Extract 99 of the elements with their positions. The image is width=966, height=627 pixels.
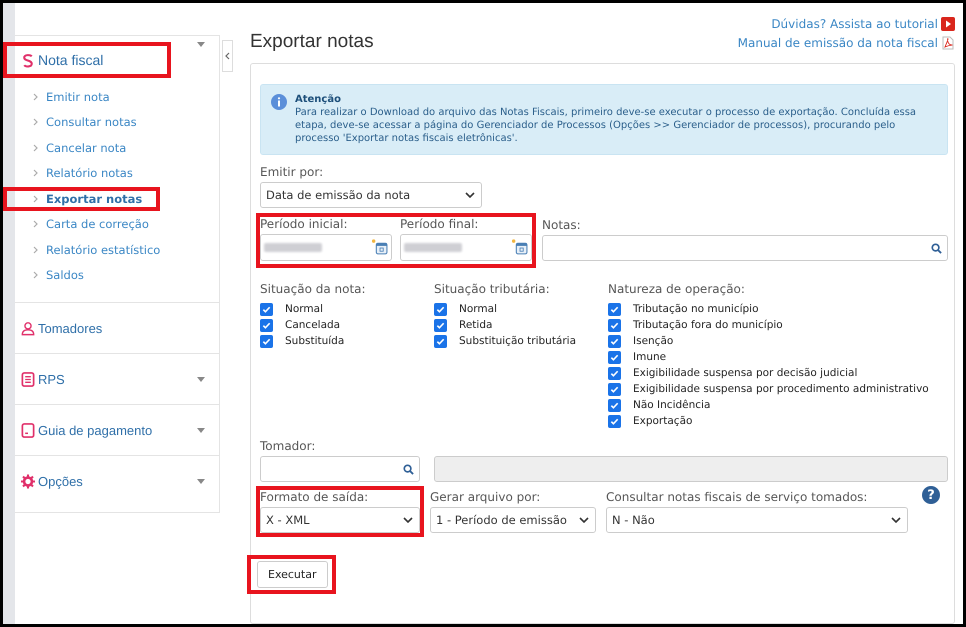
- checkbox-label: Substituída: [285, 335, 344, 347]
- chevron-down-icon: [891, 517, 901, 523]
- date-input[interactable]: [260, 234, 392, 261]
- select-field[interactable]: Data de emissão da nota: [260, 182, 482, 208]
- sidebar-item[interactable]: Cancelar nota: [19, 140, 140, 156]
- chevron-right-icon: [33, 169, 38, 178]
- checkbox-label: Imune: [633, 351, 666, 363]
- collapse-sidebar-button[interactable]: [222, 40, 233, 72]
- field-label: Consultar notas fiscais de serviço tomados:: [606, 490, 868, 504]
- checkbox-label: Exigibilidade suspensa por decisão judicial: [633, 367, 858, 379]
- field-label: Período final:: [400, 217, 480, 231]
- sidebar-section-link[interactable]: Tomadores: [19, 314, 116, 342]
- caret-icon[interactable]: [197, 42, 205, 47]
- chevron-right-icon: [33, 220, 38, 228]
- group-label: Situação da nota:: [260, 282, 367, 296]
- chevron-right-icon: [33, 271, 38, 280]
- checkbox[interactable]: [608, 302, 621, 316]
- sidebar-item[interactable]: Exportar notas: [19, 190, 156, 207]
- select-field[interactable]: X - XML: [260, 507, 420, 533]
- play-icon: [941, 17, 955, 31]
- chevron-down-icon: [465, 192, 475, 198]
- checkbox[interactable]: [260, 318, 273, 332]
- chevron-left-icon: [225, 52, 230, 60]
- chevron-right-icon: [33, 194, 38, 203]
- checkbox[interactable]: [434, 318, 447, 332]
- checkbox[interactable]: [608, 414, 621, 428]
- chevron-right-icon: [33, 246, 38, 254]
- tomador-search-field[interactable]: [260, 456, 420, 482]
- sidebar-section-link[interactable]: Opções: [19, 468, 97, 494]
- sidebar-item[interactable]: Consultar notas: [19, 114, 151, 130]
- help-button[interactable]: ?: [922, 486, 940, 504]
- user-icon: [21, 320, 35, 336]
- sidebar-section-link[interactable]: RPS: [19, 366, 79, 392]
- notice-text: Para realizar o Download do arquivo das Notas Fiscais, primeiro deve-se executar o processo de exportação. Concluída essa etapa, deve-se acessar a página do Gerenciador de Processos (Opções >> Gerenciador de processos), procurando pelo processo 'Exportar notas fiscais eletrônicas'.: [295, 106, 918, 145]
- checkbox-label: Tributação no município: [633, 303, 759, 315]
- checkbox[interactable]: [260, 302, 273, 316]
- settings-icon: [21, 474, 35, 488]
- sidebar-section-link[interactable]: Guia de pagamento: [19, 416, 166, 444]
- checkbox[interactable]: [434, 334, 447, 348]
- field-label: Período inicial:: [260, 217, 349, 231]
- blurred-value: [404, 243, 462, 252]
- sidebar-item[interactable]: Carta de correção: [19, 216, 163, 232]
- checkbox-label: Retida: [459, 319, 492, 331]
- help-link[interactable]: Dúvidas? Assista ao tutorial: [771, 17, 938, 31]
- document-icon: [21, 372, 35, 386]
- pdf-icon: [941, 36, 955, 50]
- checkbox[interactable]: [608, 366, 621, 380]
- select-field[interactable]: 1 - Período de emissão: [430, 507, 596, 533]
- checkbox-label: Tributação fora do município: [633, 319, 783, 331]
- checkbox[interactable]: [434, 302, 447, 316]
- chevron-right-icon: [33, 118, 38, 126]
- select-field[interactable]: N - Não: [606, 507, 908, 533]
- sidebar-item[interactable]: Relatório estatístico: [19, 242, 174, 258]
- checkbox-label: Exigibilidade suspensa por procedimento administrativo: [633, 383, 929, 395]
- checkbox-label: Cancelada: [285, 319, 340, 331]
- checkbox[interactable]: [608, 334, 621, 348]
- chevron-down-icon: [579, 517, 589, 523]
- notes-search-field[interactable]: [542, 235, 948, 261]
- sidebar-section-link[interactable]: Nota fiscal: [19, 46, 168, 74]
- checkbox[interactable]: [608, 382, 621, 396]
- calendar-icon[interactable]: [511, 239, 528, 256]
- group-label: Situação tributária:: [434, 282, 551, 296]
- search-icon[interactable]: [403, 464, 414, 474]
- chevron-down-icon: [403, 517, 413, 523]
- chevron-right-icon: [33, 144, 38, 152]
- help-link[interactable]: Manual de emissão da nota fiscal: [738, 36, 938, 50]
- checkbox-label: Isenção: [633, 335, 674, 347]
- execute-button[interactable]: Executar: [257, 561, 328, 588]
- checkbox-label: Normal: [459, 303, 497, 315]
- field-label: Formato de saída:: [260, 490, 370, 504]
- checkbox-label: Substituição tributária: [459, 335, 576, 347]
- search-icon[interactable]: [931, 242, 942, 254]
- calendar-icon[interactable]: [371, 239, 388, 256]
- checkbox-label: Não Incidência: [633, 399, 710, 411]
- checkbox[interactable]: [608, 318, 621, 332]
- page-title: Exportar notas: [250, 31, 374, 54]
- tablet-icon: [21, 422, 35, 438]
- date-input[interactable]: [400, 234, 532, 261]
- field-label: Notas:: [542, 218, 582, 232]
- caret-icon[interactable]: [197, 478, 205, 484]
- checkbox-label: Exportação: [633, 415, 692, 427]
- checkbox[interactable]: [608, 350, 621, 364]
- sidebar-item[interactable]: Emitir nota: [19, 88, 124, 105]
- info-icon: [271, 94, 287, 110]
- caret-icon[interactable]: [197, 428, 205, 432]
- group-label: Natureza de operação:: [608, 282, 746, 296]
- field-label: Gerar arquivo por:: [430, 490, 542, 504]
- sidebar-item[interactable]: Relatório notas: [19, 165, 147, 182]
- checkbox[interactable]: [260, 334, 273, 348]
- chevron-right-icon: [33, 92, 38, 101]
- field-label: Tomador:: [260, 439, 316, 453]
- notice-title: Atenção: [295, 94, 342, 105]
- checkbox-label: Normal: [285, 303, 323, 315]
- s-icon: [21, 52, 35, 68]
- checkbox[interactable]: [608, 398, 621, 412]
- caret-icon[interactable]: [197, 376, 205, 382]
- sidebar-item[interactable]: Saldos: [19, 267, 98, 284]
- field-label: Emitir por:: [260, 165, 324, 179]
- blurred-value: [264, 243, 322, 252]
